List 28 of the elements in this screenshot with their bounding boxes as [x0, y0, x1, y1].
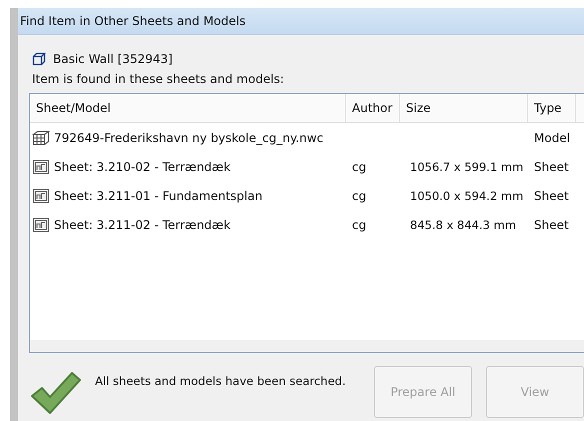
model-icon — [32, 130, 50, 146]
table-cell-text: Sheet — [533, 188, 570, 202]
found-label: Item is found in these sheets and models: — [32, 72, 286, 88]
checkmark-icon — [30, 372, 82, 414]
table-cell-text: 845.8 x 844.3 mm — [409, 218, 518, 232]
cube-icon — [32, 52, 46, 66]
sheet-icon — [32, 158, 50, 174]
window-title: Find Item in Other Sheets and Models — [20, 14, 246, 28]
table-cell-text: Sheet — [533, 218, 570, 232]
table-cell: Sheet: 3.211-02 - Terrændæk — [30, 216, 346, 232]
table-cell: 792649-Frederikshavn ny byskole_cg_ny.nwc — [30, 130, 346, 146]
table-cell-text: 1050.0 x 594.2 mm — [409, 188, 524, 202]
table-cell-text: Sheet — [533, 160, 570, 174]
table-cell-text: cg — [351, 160, 368, 174]
column-header[interactable]: Author — [346, 94, 400, 122]
sheet-icon — [32, 216, 50, 232]
table-cell: Sheet: 3.211-01 - Fundamentsplan — [30, 188, 346, 204]
table-cell: Sheet: 3.210-02 - Terrændæk — [30, 158, 346, 174]
sheet-icon — [32, 188, 50, 204]
column-header[interactable]: Type — [528, 94, 576, 122]
item-name: Basic Wall [352943] — [53, 52, 173, 66]
table-cell-text: Model — [533, 130, 572, 144]
column-header[interactable]: Sheet/Model — [30, 94, 346, 122]
column-header[interactable]: Size — [400, 94, 528, 122]
table-cell-text: cg — [351, 188, 368, 202]
table-cell-text: 1056.7 x 599.1 mm — [409, 160, 524, 174]
status-message: All sheets and models have been searched. — [95, 374, 347, 388]
table-cell-text: cg — [351, 218, 368, 232]
